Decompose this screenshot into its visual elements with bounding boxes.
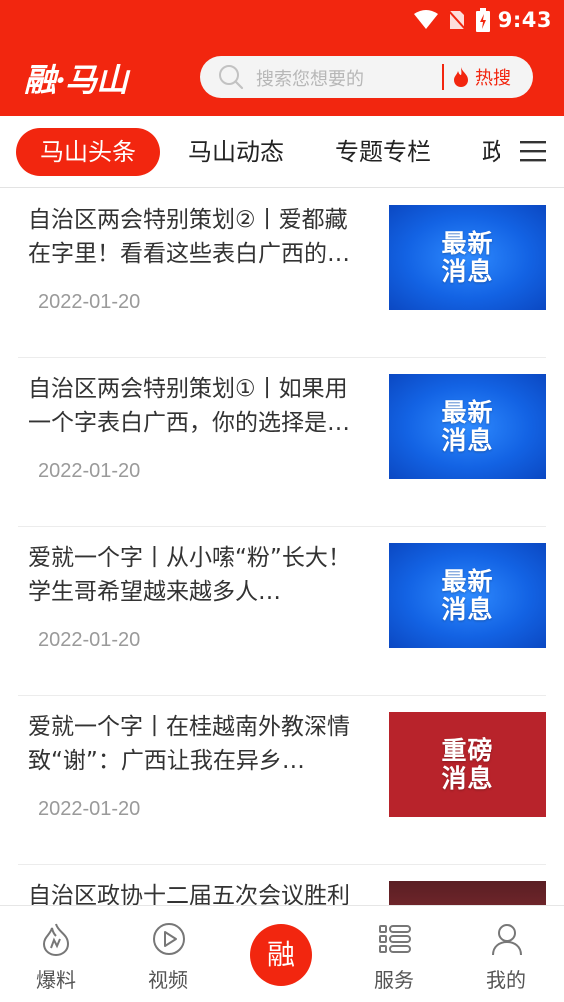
tab-special-topics[interactable]: 专题专栏 xyxy=(335,128,431,176)
news-title: 自治区两会特别策划②丨爱都藏在字里！看看这些表白广西的… xyxy=(28,207,350,267)
news-thumbnail: 最新消息 xyxy=(389,374,546,479)
nav-label: 服务 xyxy=(374,968,414,992)
app-header: 9:43 融·马山 搜索您想要的 热搜 xyxy=(0,0,564,116)
news-date: 2022-01-20 xyxy=(38,460,141,482)
thumbnail-label: 最新消息 xyxy=(441,228,494,286)
tab-mashan-news[interactable]: 马山动态 xyxy=(188,128,284,176)
news-title: 爱就一个字丨从小嗦“粉”长大！学生哥希望越来越多人… xyxy=(28,545,351,605)
nav-services[interactable]: 服务 xyxy=(354,906,434,1002)
news-date: 2022-01-20 xyxy=(38,291,141,313)
thumbnail-label: 重磅消息 xyxy=(441,735,494,793)
news-item[interactable]: 爱就一个字丨在桂越南外教深情致“谢”：广西让我在异乡… 2022-01-20 重… xyxy=(18,696,546,865)
news-date: 2022-01-20 xyxy=(38,798,141,820)
channel-tabs: 马山头条 马山动态 专题专栏 政 xyxy=(0,116,564,188)
news-item[interactable]: 自治区两会特别策划①丨如果用一个字表白广西，你的选择是… 2022-01-20 … xyxy=(18,358,546,527)
no-sim-icon xyxy=(447,9,466,31)
news-item[interactable]: 爱就一个字丨从小嗦“粉”长大！学生哥希望越来越多人… 2022-01-20 最新… xyxy=(18,527,546,696)
nav-profile[interactable]: 我的 xyxy=(466,906,546,1002)
menu-icon[interactable] xyxy=(520,140,546,166)
search-divider xyxy=(442,64,444,90)
news-date: 2022-01-20 xyxy=(38,629,141,651)
clock: 9:43 xyxy=(497,8,552,32)
news-title: 爱就一个字丨在桂越南外教深情致“谢”：广西让我在异乡… xyxy=(28,714,350,774)
play-icon xyxy=(152,922,186,960)
hot-search-button[interactable]: 热搜 xyxy=(453,56,511,98)
nav-tip-off[interactable]: 爆料 xyxy=(16,906,96,1002)
user-icon xyxy=(490,922,524,960)
thumbnail-label: 最新消息 xyxy=(441,397,494,455)
search-bar[interactable]: 搜索您想要的 热搜 xyxy=(200,56,533,98)
nav-label: 我的 xyxy=(486,968,526,992)
nav-video[interactable]: 视频 xyxy=(128,906,208,1002)
nav-center-button[interactable]: 融 xyxy=(250,924,312,986)
news-thumbnail: 最新消息 xyxy=(389,205,546,310)
battery-charging-icon xyxy=(475,8,490,32)
news-thumbnail: 最新消息 xyxy=(389,543,546,648)
news-thumbnail: 重磅消息 xyxy=(389,712,546,817)
news-thumbnail-photo xyxy=(389,881,546,905)
nav-label: 爆料 xyxy=(36,968,76,992)
logo-text: 融·马山 xyxy=(24,61,128,99)
search-placeholder[interactable]: 搜索您想要的 xyxy=(256,65,364,91)
fire-icon xyxy=(40,922,72,960)
tab-mashan-headlines[interactable]: 马山头条 xyxy=(16,128,160,176)
thumbnail-label: 最新消息 xyxy=(441,566,494,624)
news-title: 自治区两会特别策划①丨如果用一个字表白广西，你的选择是… xyxy=(28,376,350,436)
status-bar: 9:43 xyxy=(0,0,564,40)
news-item[interactable]: 自治区政协十二届五次会议胜利闭幕 xyxy=(18,865,546,905)
news-list: 自治区两会特别策划②丨爱都藏在字里！看看这些表白广西的… 2022-01-20 … xyxy=(0,189,564,905)
nav-label: 视频 xyxy=(148,968,188,992)
news-title: 自治区政协十二届五次会议胜利闭幕 xyxy=(28,883,350,905)
list-icon xyxy=(378,922,412,960)
bottom-navigation: 爆料 视频 融 服务 我的 xyxy=(0,905,564,1002)
app-logo[interactable]: 融·马山 xyxy=(24,52,164,104)
hot-search-label: 热搜 xyxy=(475,68,511,89)
search-icon xyxy=(218,64,244,94)
news-item[interactable]: 自治区两会特别策划②丨爱都藏在字里！看看这些表白广西的… 2022-01-20 … xyxy=(18,189,546,358)
flame-icon xyxy=(453,67,469,87)
wifi-icon xyxy=(413,10,438,30)
